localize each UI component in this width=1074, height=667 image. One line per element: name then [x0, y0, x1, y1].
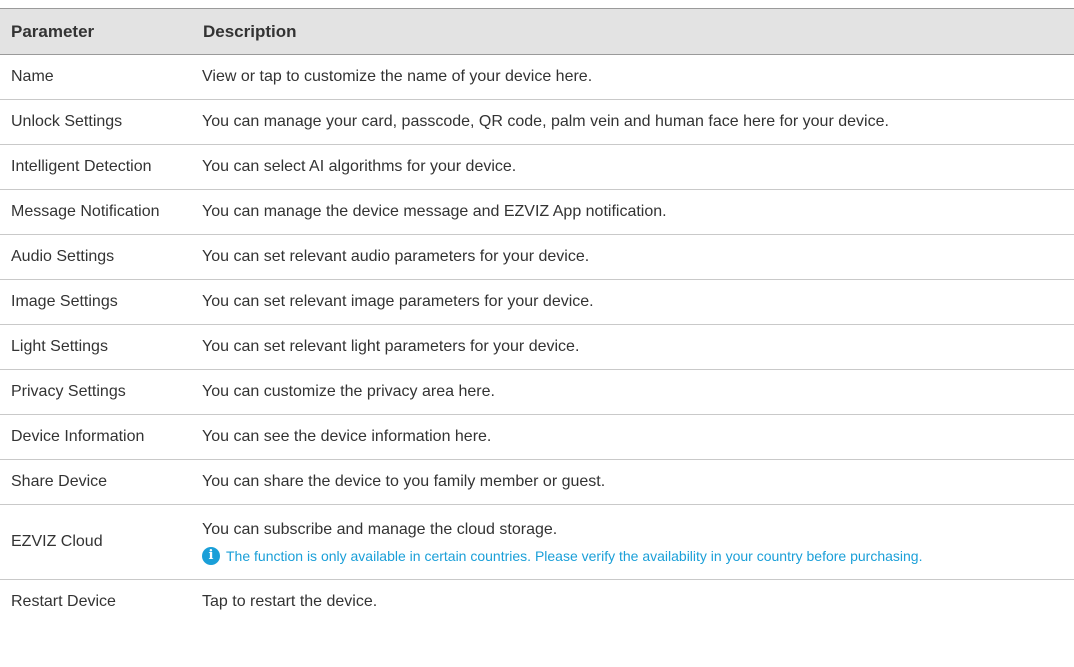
description-cell: View or tap to customize the name of you…: [202, 68, 593, 85]
availability-note: i The function is only available in cert…: [202, 546, 1074, 565]
description-cell: You can customize the privacy area here.: [202, 383, 495, 400]
table-row: EZVIZ Cloud You can subscribe and manage…: [0, 505, 1074, 580]
description-text: You can subscribe and manage the cloud s…: [202, 520, 558, 538]
parameter-cell: Message Notification: [11, 203, 160, 220]
parameter-cell: Share Device: [11, 473, 108, 490]
parameter-cell: EZVIZ Cloud: [11, 533, 103, 550]
availability-note-text: The function is only available in certai…: [226, 547, 923, 564]
parameter-cell: Intelligent Detection: [11, 158, 152, 175]
description-cell: You can subscribe and manage the cloud s…: [192, 520, 1074, 565]
table-row: Share Device You can share the device to…: [0, 460, 1074, 505]
description-cell: You can set relevant audio parameters fo…: [202, 248, 590, 265]
info-icon: i: [202, 546, 220, 565]
parameter-cell: Device Information: [11, 428, 145, 445]
table-row: Light Settings You can set relevant ligh…: [0, 325, 1074, 370]
parameter-cell: Audio Settings: [11, 248, 115, 265]
parameter-table: Parameter Description Name View or tap t…: [0, 8, 1074, 623]
table-row: Unlock Settings You can manage your card…: [0, 100, 1074, 145]
table-row: Name View or tap to customize the name o…: [0, 55, 1074, 100]
header-parameter: Parameter: [11, 21, 95, 41]
table-header-row: Parameter Description: [0, 9, 1074, 55]
description-cell: You can set relevant light parameters fo…: [202, 338, 580, 355]
description-cell: You can manage your card, passcode, QR c…: [202, 113, 889, 130]
parameter-cell: Privacy Settings: [11, 383, 126, 400]
parameter-cell: Light Settings: [11, 338, 108, 355]
parameter-cell: Name: [11, 68, 54, 85]
table-row: Restart Device Tap to restart the device…: [0, 580, 1074, 623]
description-cell: You can see the device information here.: [202, 428, 492, 445]
table-row: Audio Settings You can set relevant audi…: [0, 235, 1074, 280]
parameter-cell: Unlock Settings: [11, 113, 123, 130]
description-cell: You can select AI algorithms for your de…: [202, 158, 517, 175]
description-cell: You can share the device to you family m…: [202, 473, 606, 490]
table-row: Intelligent Detection You can select AI …: [0, 145, 1074, 190]
table-row: Privacy Settings You can customize the p…: [0, 370, 1074, 415]
description-cell: You can manage the device message and EZ…: [202, 203, 667, 220]
parameter-cell: Image Settings: [11, 293, 118, 310]
description-cell: You can set relevant image parameters fo…: [202, 293, 594, 310]
table-row: Device Information You can see the devic…: [0, 415, 1074, 460]
table-row: Image Settings You can set relevant imag…: [0, 280, 1074, 325]
table-row: Message Notification You can manage the …: [0, 190, 1074, 235]
header-description: Description: [203, 21, 297, 41]
description-cell: Tap to restart the device.: [202, 592, 378, 610]
parameter-cell: Restart Device: [11, 592, 116, 610]
